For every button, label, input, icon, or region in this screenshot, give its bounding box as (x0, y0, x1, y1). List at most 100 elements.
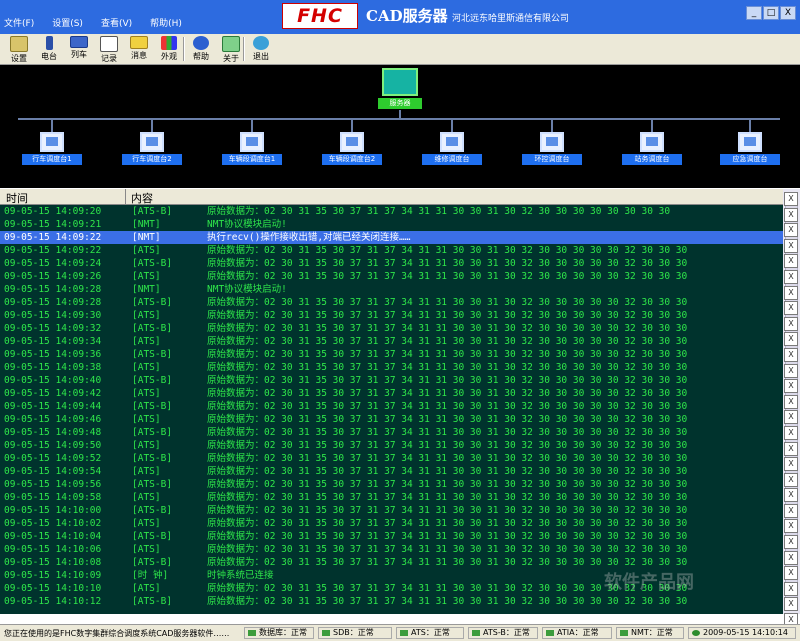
column-divider[interactable] (125, 189, 126, 204)
log-row[interactable]: 09-05-15 14:09:36 [ATS-B] 原始数据为：02 30 31 3… (0, 348, 783, 361)
log-list[interactable]: 时间 内容 09-05-15 14:09:20 [ATS-B] 原始数据为：02 3… (0, 189, 783, 614)
log-message: 原始数据为：02 30 31 35 30 37 31 37 34 31 31 3… (207, 544, 688, 555)
close-icon[interactable]: X (784, 519, 798, 534)
close-icon[interactable]: X (784, 535, 798, 550)
log-row[interactable]: 09-05-15 14:09:22 [ATS] 原始数据为：02 30 31 35 … (0, 244, 783, 257)
close-icon[interactable]: X (784, 425, 798, 440)
close-icon[interactable]: X (784, 379, 798, 394)
log-message: 原始数据为：02 30 31 35 30 37 31 37 34 31 31 3… (207, 206, 671, 217)
dispatch-node-8[interactable]: 应急调度台 (720, 118, 780, 176)
menu-help[interactable]: 帮助(H) (150, 16, 182, 29)
log-message: 原始数据为：02 30 31 35 30 37 31 37 34 31 31 3… (207, 440, 688, 451)
log-row[interactable]: 09-05-15 14:10:12 [ATS-B] 原始数据为：02 30 31 3… (0, 595, 783, 608)
close-button[interactable]: X (780, 6, 796, 20)
dispatch-node-2[interactable]: 行车调度台2 (122, 118, 182, 176)
log-row[interactable]: 09-05-15 14:09:28 [NMT] NMT协议模块启动! (0, 283, 783, 296)
close-icon[interactable]: X (784, 581, 798, 596)
log-row[interactable]: 09-05-15 14:10:02 [ATS] 原始数据为：02 30 31 35 … (0, 517, 783, 530)
log-time: 09-05-15 14:09:40 (4, 375, 102, 386)
log-message: 原始数据为：02 30 31 35 30 37 31 37 34 31 31 3… (207, 258, 688, 269)
close-icon[interactable]: X (784, 472, 798, 487)
close-icon[interactable]: X (784, 332, 798, 347)
close-icon[interactable]: X (784, 316, 798, 331)
log-message: 原始数据为：02 30 31 35 30 37 31 37 34 31 31 3… (207, 271, 688, 282)
computer-icon (240, 132, 264, 152)
log-time: 09-05-15 14:09:46 (4, 414, 102, 425)
help-button[interactable]: 帮助 (186, 35, 216, 63)
minimize-button[interactable]: _ (746, 6, 762, 20)
menu-file[interactable]: 文件(F) (4, 16, 34, 29)
close-icon[interactable]: X (784, 488, 798, 503)
log-row[interactable]: 09-05-15 14:09:46 [ATS] 原始数据为：02 30 31 35 … (0, 413, 783, 426)
close-icon[interactable]: X (784, 394, 798, 409)
close-icon[interactable]: X (784, 192, 798, 206)
log-row[interactable]: 09-05-15 14:09:30 [ATS] 原始数据为：02 30 31 35 … (0, 309, 783, 322)
log-row[interactable]: 09-05-15 14:10:06 [ATS] 原始数据为：02 30 31 35 … (0, 543, 783, 556)
log-row[interactable]: 09-05-15 14:09:42 [ATS] 原始数据为：02 30 31 35 … (0, 387, 783, 400)
exit-button[interactable]: 退出 (246, 35, 276, 63)
close-icon[interactable]: X (784, 347, 798, 362)
train-button[interactable]: 列车 (64, 35, 94, 63)
log-row[interactable]: 09-05-15 14:09:21 [NMT] NMT协议模块启动! (0, 218, 783, 231)
close-icon[interactable]: X (784, 363, 798, 378)
log-row[interactable]: 09-05-15 14:09:26 [ATS] 原始数据为：02 30 31 35 … (0, 270, 783, 283)
maximize-button[interactable]: □ (763, 6, 779, 20)
log-row[interactable]: 09-05-15 14:09:28 [ATS-B] 原始数据为：02 30 31 3… (0, 296, 783, 309)
log-time: 09-05-15 14:10:06 (4, 544, 102, 555)
log-row[interactable]: 09-05-15 14:09:50 [ATS] 原始数据为：02 30 31 35 … (0, 439, 783, 452)
record-button[interactable]: 记录 (94, 35, 124, 63)
menu-settings[interactable]: 设置(S) (52, 16, 83, 29)
log-row[interactable]: 09-05-15 14:09:24 [ATS-B] 原始数据为：02 30 31 3… (0, 257, 783, 270)
company-name: 河北远东哈里斯通信有限公司 (452, 14, 570, 24)
settings-button[interactable]: 设置 (4, 35, 34, 63)
about-button[interactable]: 关于 (216, 35, 246, 63)
log-row[interactable]: 09-05-15 14:10:00 [ATS-B] 原始数据为：02 30 31 3… (0, 504, 783, 517)
appearance-button[interactable]: 外观 (154, 35, 184, 63)
log-time: 09-05-15 14:09:50 (4, 440, 102, 451)
close-icon[interactable]: X (784, 301, 798, 316)
log-time: 09-05-15 14:10:09 (4, 570, 102, 581)
dispatch-node-4[interactable]: 车辆段调度台2 (322, 118, 382, 176)
message-button[interactable]: 消息 (124, 35, 154, 63)
log-row[interactable]: 09-05-15 14:09:40 [ATS-B] 原始数据为：02 30 31 3… (0, 374, 783, 387)
log-row[interactable]: 09-05-15 14:09:54 [ATS] 原始数据为：02 30 31 35 … (0, 465, 783, 478)
log-message: 原始数据为：02 30 31 35 30 37 31 37 34 31 31 3… (207, 492, 688, 503)
close-icon[interactable]: X (784, 269, 798, 284)
close-icon[interactable]: X (784, 254, 798, 269)
close-icon[interactable]: X (784, 285, 798, 300)
log-row[interactable]: 09-05-15 14:09:48 [ATS-B] 原始数据为：02 30 31 3… (0, 426, 783, 439)
dispatch-node-7[interactable]: 站务调度台 (622, 118, 682, 176)
close-icon[interactable]: X (784, 238, 798, 253)
log-row[interactable]: 09-05-15 14:09:56 [ATS-B] 原始数据为：02 30 31 3… (0, 478, 783, 491)
log-row[interactable]: 09-05-15 14:10:04 [ATS-B] 原始数据为：02 30 31 3… (0, 530, 783, 543)
column-header-content[interactable]: 内容 (131, 190, 153, 206)
close-icon[interactable]: X (784, 223, 798, 238)
log-header: 时间 内容 (0, 189, 783, 205)
close-icon[interactable]: X (784, 597, 798, 612)
dispatch-node-6[interactable]: 环控调度台 (522, 118, 582, 176)
log-row[interactable]: 09-05-15 14:09:22 [NMT] 执行recv()操作接收出错,对端已… (0, 231, 783, 244)
log-row[interactable]: 09-05-15 14:09:44 [ATS-B] 原始数据为：02 30 31 3… (0, 400, 783, 413)
log-row[interactable]: 09-05-15 14:09:34 [ATS] 原始数据为：02 30 31 35 … (0, 335, 783, 348)
server-node[interactable]: 服务器 (378, 68, 422, 110)
close-icon[interactable]: X (784, 457, 798, 472)
radio-button[interactable]: 电台 (34, 35, 64, 63)
dispatch-node-1[interactable]: 行车调度台1 (22, 118, 82, 176)
close-icon[interactable]: X (784, 207, 798, 222)
log-row[interactable]: 09-05-15 14:09:20 [ATS-B] 原始数据为：02 30 31 3… (0, 205, 783, 218)
close-icon[interactable]: X (784, 550, 798, 565)
close-icon[interactable]: X (784, 410, 798, 425)
message-icon (130, 36, 148, 49)
column-header-time[interactable]: 时间 (6, 190, 28, 206)
log-time: 09-05-15 14:09:48 (4, 427, 102, 438)
menu-view[interactable]: 查看(V) (101, 16, 132, 29)
log-row[interactable]: 09-05-15 14:09:52 [ATS-B] 原始数据为：02 30 31 3… (0, 452, 783, 465)
log-row[interactable]: 09-05-15 14:09:32 [ATS-B] 原始数据为：02 30 31 3… (0, 322, 783, 335)
log-row[interactable]: 09-05-15 14:09:58 [ATS] 原始数据为：02 30 31 35 … (0, 491, 783, 504)
close-icon[interactable]: X (784, 566, 798, 581)
close-icon[interactable]: X (784, 503, 798, 518)
dispatch-node-5[interactable]: 维修调度台 (422, 118, 482, 176)
log-row[interactable]: 09-05-15 14:09:38 [ATS] 原始数据为：02 30 31 35 … (0, 361, 783, 374)
close-icon[interactable]: X (784, 441, 798, 456)
dispatch-node-3[interactable]: 车辆段调度台1 (222, 118, 282, 176)
